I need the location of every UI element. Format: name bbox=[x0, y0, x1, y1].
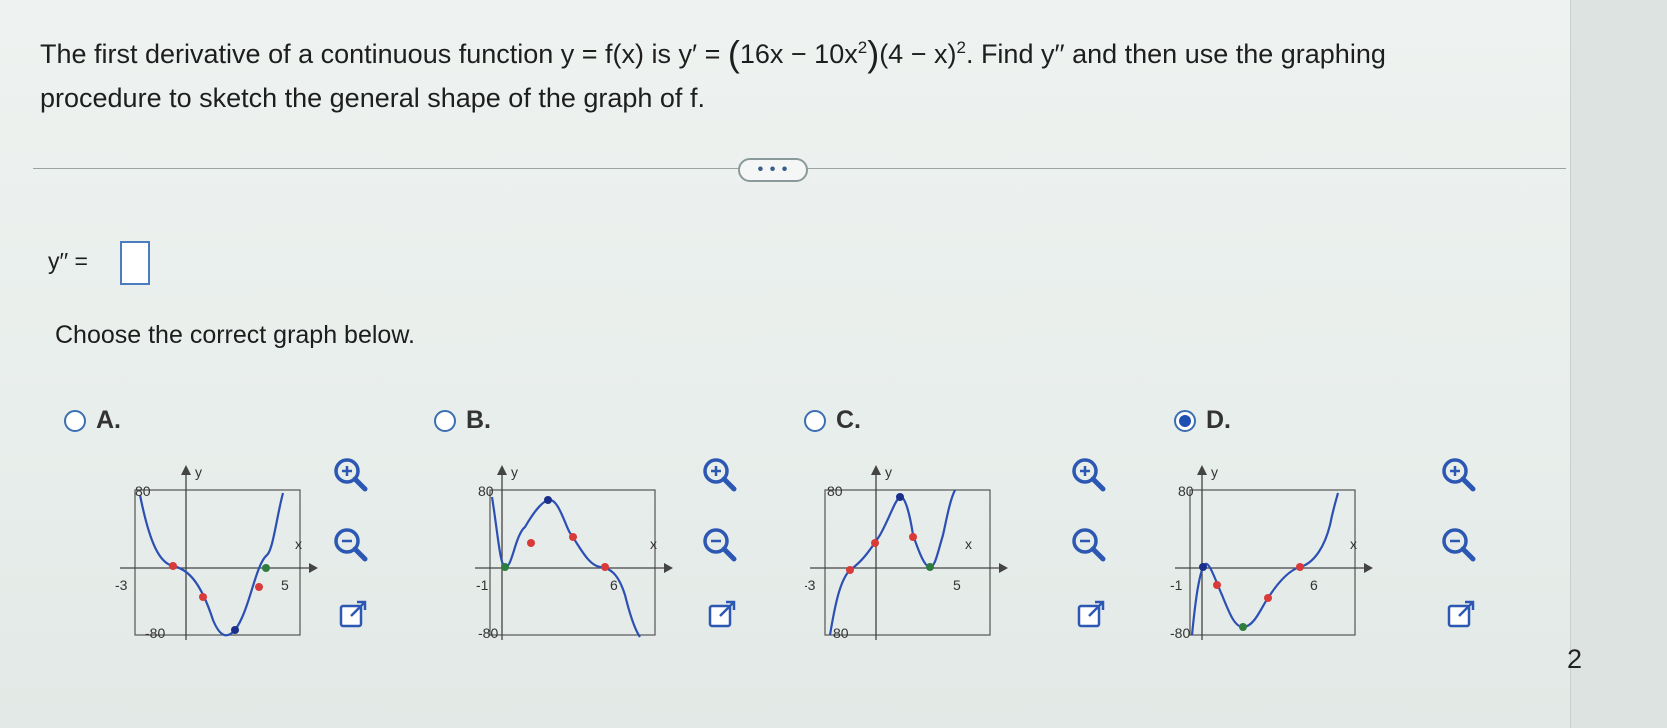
xmax-label: 5 bbox=[953, 577, 961, 593]
zoom-out-icon[interactable] bbox=[697, 522, 741, 566]
option-b-label: B. bbox=[466, 406, 491, 434]
xmax-label: 6 bbox=[1310, 577, 1318, 593]
answer-input[interactable] bbox=[120, 241, 150, 285]
popout-icon[interactable] bbox=[332, 592, 376, 636]
ymin-label: 80 bbox=[833, 625, 849, 641]
x-axis-label: x bbox=[295, 536, 302, 552]
popout-icon[interactable] bbox=[1440, 592, 1484, 636]
radio-b[interactable] bbox=[434, 409, 456, 432]
popout-icon[interactable] bbox=[701, 592, 745, 636]
x-axis-label: x bbox=[965, 536, 972, 552]
zoom-out-icon[interactable] bbox=[1436, 522, 1480, 566]
option-d-label: D. bbox=[1206, 406, 1231, 434]
ymin-label: -80 bbox=[145, 625, 165, 641]
option-a-label: A. bbox=[96, 406, 121, 434]
question-factor1: 16x − 10x bbox=[739, 39, 858, 69]
xmax-label: 6 bbox=[610, 577, 618, 593]
zoom-out-icon[interactable] bbox=[328, 522, 372, 566]
ymax-label: 80 bbox=[827, 483, 843, 499]
graph-b: 80 -80 -1 6 x y bbox=[475, 464, 673, 641]
option-c-label: C. bbox=[836, 406, 861, 434]
xmin-label: -3 bbox=[115, 577, 128, 593]
radio-selected-dot bbox=[1179, 414, 1191, 427]
popout-icon[interactable] bbox=[1070, 592, 1114, 636]
zoom-in-icon[interactable] bbox=[1066, 452, 1110, 496]
option-a[interactable]: A. bbox=[64, 406, 121, 435]
y-axis-label: y bbox=[1211, 464, 1218, 480]
option-c[interactable]: C. bbox=[804, 406, 861, 435]
ymin-label: -80 bbox=[478, 625, 498, 641]
question-exp2: 2 bbox=[956, 38, 966, 57]
x-axis-label: x bbox=[1350, 536, 1357, 552]
radio-a[interactable] bbox=[64, 409, 86, 432]
zoom-in-icon[interactable] bbox=[328, 452, 372, 496]
page-number: 2 bbox=[1567, 644, 1583, 674]
graph-d: 80 -80 -1 6 x y bbox=[1170, 464, 1373, 641]
graph-a: 80 -80 -3 5 x y bbox=[115, 464, 318, 641]
zoom-in-icon[interactable] bbox=[697, 452, 741, 496]
ymin-label: -80 bbox=[1170, 625, 1190, 641]
option-b[interactable]: B. bbox=[434, 406, 491, 435]
answer-label: y′′ = bbox=[48, 248, 88, 274]
xmin-label: -1 bbox=[1170, 577, 1183, 593]
xmin-label: -1 bbox=[476, 577, 489, 593]
zoom-out-icon[interactable] bbox=[1066, 522, 1110, 566]
xmin-label: -3 bbox=[805, 577, 816, 593]
radio-d[interactable] bbox=[1174, 409, 1196, 432]
y-axis-label: y bbox=[511, 464, 518, 480]
x-axis-label: x bbox=[650, 536, 657, 552]
y-axis-label: y bbox=[195, 464, 202, 480]
ymax-label: 80 bbox=[135, 483, 151, 499]
ymax-label: 80 bbox=[478, 483, 494, 499]
graph-c: 80 80 -3 5 x y bbox=[805, 464, 1008, 641]
ymax-label: 80 bbox=[1178, 483, 1194, 499]
close-paren: ) bbox=[867, 33, 880, 74]
zoom-in-icon[interactable] bbox=[1436, 452, 1480, 496]
option-d[interactable]: D. bbox=[1174, 406, 1231, 435]
choose-prompt: Choose the correct graph below. bbox=[55, 321, 415, 349]
right-panel bbox=[1570, 0, 1667, 728]
show-more-button[interactable]: • • • bbox=[738, 158, 808, 182]
open-paren: ( bbox=[727, 33, 740, 74]
question-text: The first derivative of a continuous fun… bbox=[40, 26, 1500, 120]
question-part1: The first derivative of a continuous fun… bbox=[40, 39, 728, 69]
question-exp1: 2 bbox=[857, 38, 868, 57]
y-axis-label: y bbox=[885, 464, 892, 480]
xmax-label: 5 bbox=[281, 577, 289, 593]
question-factor2: (4 − x) bbox=[879, 39, 957, 69]
radio-c[interactable] bbox=[804, 409, 826, 432]
